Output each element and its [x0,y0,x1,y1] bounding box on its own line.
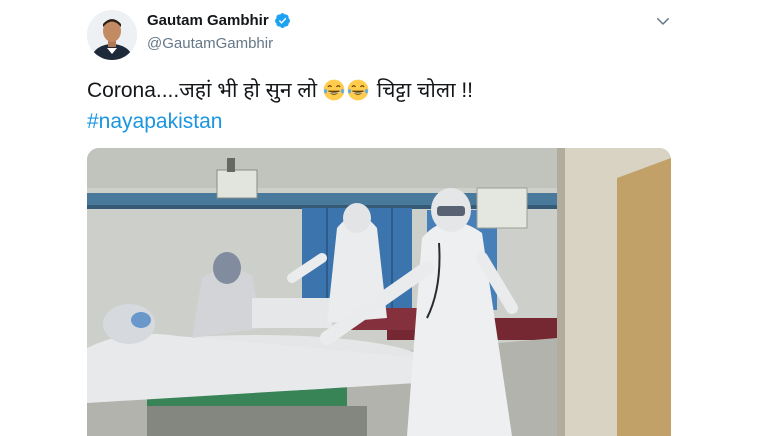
author-name-row: Gautam Gambhir [147,12,291,29]
hashtag-link[interactable]: #nayapakistan [87,107,222,136]
hospital-ward-scene-image [87,148,671,436]
tweet-text: Corona....जहां भी हो सुन लो चिट्टा चोला … [87,76,473,105]
face-with-tears-of-joy-icon [347,79,369,101]
tweet-video[interactable] [87,148,671,436]
face-with-tears-of-joy-icon [323,79,345,101]
author-avatar[interactable] [87,10,137,60]
chevron-down-icon[interactable] [654,12,672,30]
tweet-text-after: चिट्टा चोला !! [376,79,474,102]
verified-badge-icon [274,13,290,28]
author-handle[interactable]: @GautamGambhir [147,35,291,52]
tweet-card: Gautam Gambhir @GautamGambhir Corona....… [0,0,784,436]
author-display-name[interactable]: Gautam Gambhir [147,12,269,29]
author-info: Gautam Gambhir @GautamGambhir [147,12,291,52]
tweet-text-before: Corona....जहां भी हो सुन लो [87,79,318,102]
